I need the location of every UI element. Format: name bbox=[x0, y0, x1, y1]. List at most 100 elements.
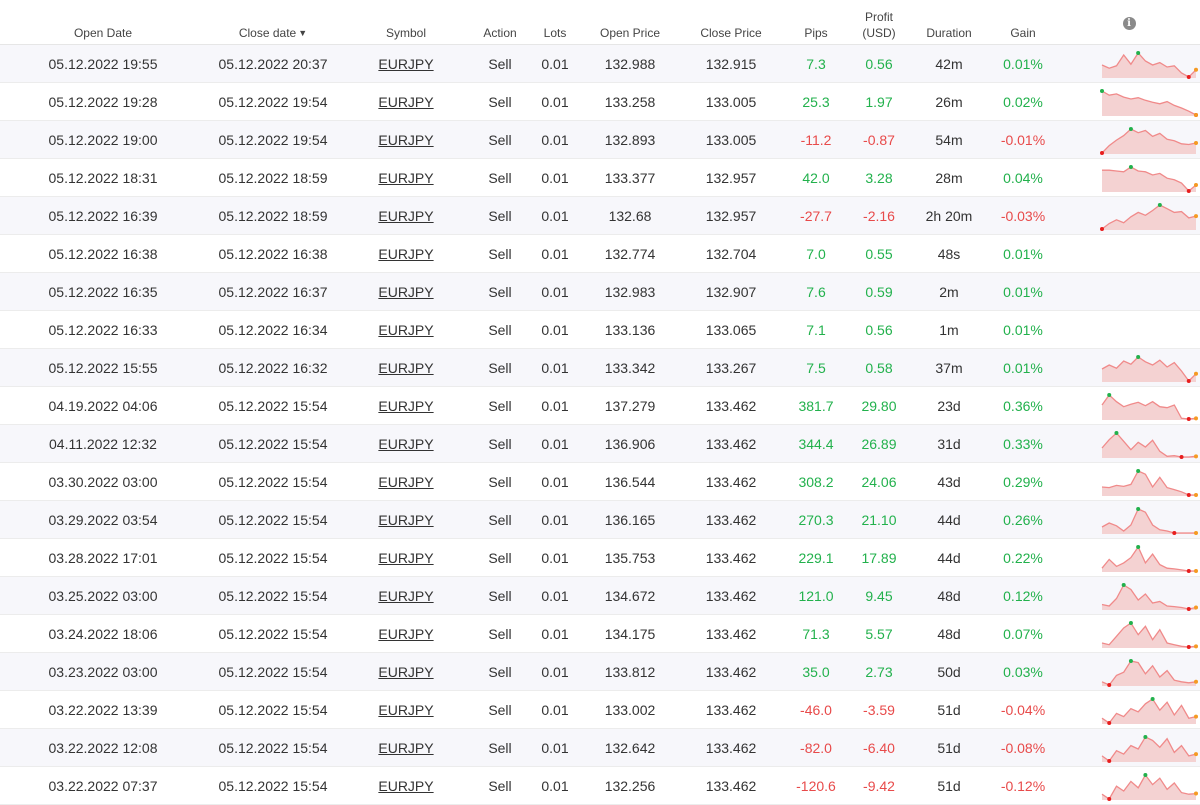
gain-cell: 0.36% bbox=[988, 386, 1058, 425]
open-date-cell: 03.23.2022 03:00 bbox=[0, 652, 206, 691]
lots-cell: 0.01 bbox=[528, 614, 582, 653]
col-header-open-date[interactable]: Open Date bbox=[0, 0, 206, 45]
info-icon[interactable]: i bbox=[1122, 17, 1136, 30]
table-row[interactable]: 05.12.2022 16:38 05.12.2022 16:38 EURJPY Se… bbox=[0, 234, 1200, 273]
profit-sparkline[interactable] bbox=[1100, 581, 1198, 611]
profit-sparkline[interactable] bbox=[1100, 391, 1198, 421]
profit-sparkline[interactable] bbox=[1100, 87, 1198, 117]
sparkline-end-dot bbox=[1194, 530, 1198, 535]
symbol-link[interactable]: EURJPY bbox=[378, 588, 433, 604]
symbol-link[interactable]: EURJPY bbox=[378, 778, 433, 794]
symbol-link[interactable]: EURJPY bbox=[378, 626, 433, 642]
symbol-link[interactable]: EURJPY bbox=[378, 56, 433, 72]
open-price-cell: 133.342 bbox=[604, 359, 656, 376]
table-row[interactable]: 05.12.2022 16:39 05.12.2022 18:59 EURJPY Se… bbox=[0, 196, 1200, 235]
col-header-profit[interactable]: Profit (USD) bbox=[848, 0, 910, 45]
table-row[interactable]: 03.30.2022 03:00 05.12.2022 15:54 EURJPY Se… bbox=[0, 462, 1200, 501]
open-date-cell: 05.12.2022 19:55 bbox=[0, 44, 206, 83]
table-row[interactable]: 03.29.2022 03:54 05.12.2022 15:54 EURJPY Se… bbox=[0, 500, 1200, 539]
table-row[interactable]: 05.12.2022 16:35 05.12.2022 16:37 EURJPY Se… bbox=[0, 272, 1200, 311]
col-header-duration[interactable]: Duration bbox=[910, 0, 988, 45]
col-header-symbol[interactable]: Symbol bbox=[340, 0, 472, 45]
pips-cell: 7.3 bbox=[806, 55, 826, 72]
symbol-link[interactable]: EURJPY bbox=[378, 436, 433, 452]
profit-sparkline[interactable] bbox=[1100, 657, 1198, 687]
profit-sparkline[interactable] bbox=[1100, 505, 1198, 535]
action-cell: Sell bbox=[488, 511, 512, 528]
action-cell: Sell bbox=[472, 386, 528, 425]
table-row[interactable]: 03.24.2022 18:06 05.12.2022 15:54 EURJPY Se… bbox=[0, 614, 1200, 653]
table-row[interactable]: 03.28.2022 17:01 05.12.2022 15:54 EURJPY Se… bbox=[0, 538, 1200, 577]
symbol-link[interactable]: EURJPY bbox=[378, 284, 433, 300]
col-header-close-date[interactable]: Close date ▼ bbox=[206, 0, 340, 45]
table-row[interactable]: 03.25.2022 03:00 05.12.2022 15:54 EURJPY Se… bbox=[0, 576, 1200, 615]
duration-cell: 48d bbox=[937, 587, 961, 604]
symbol-link[interactable]: EURJPY bbox=[378, 132, 433, 148]
sparkline-low-dot bbox=[1186, 74, 1191, 79]
profit-sparkline[interactable] bbox=[1100, 49, 1198, 79]
profit-sparkline[interactable] bbox=[1100, 695, 1198, 725]
table-row[interactable]: 05.12.2022 19:28 05.12.2022 19:54 EURJPY Se… bbox=[0, 82, 1200, 121]
lots-cell: 0.01 bbox=[541, 359, 569, 376]
pips-cell: 381.7 bbox=[798, 397, 834, 414]
table-row[interactable]: 03.22.2022 12:08 05.12.2022 15:54 EURJPY Se… bbox=[0, 728, 1200, 767]
symbol-link[interactable]: EURJPY bbox=[378, 740, 433, 756]
profit-sparkline[interactable] bbox=[1100, 543, 1198, 573]
gain-cell: 0.07% bbox=[1003, 625, 1043, 642]
duration-cell: 48s bbox=[937, 245, 961, 262]
action-cell: Sell bbox=[488, 435, 512, 452]
symbol-link[interactable]: EURJPY bbox=[378, 512, 433, 528]
table-row[interactable]: 03.22.2022 13:39 05.12.2022 15:54 EURJPY Se… bbox=[0, 690, 1200, 729]
sparkline-cell bbox=[1058, 44, 1200, 83]
col-header-pips[interactable]: Pips bbox=[784, 0, 848, 45]
profit-sparkline[interactable] bbox=[1100, 201, 1198, 231]
col-header-open-price[interactable]: Open Price bbox=[582, 0, 678, 45]
table-row[interactable]: 03.23.2022 03:00 05.12.2022 15:54 EURJPY Se… bbox=[0, 652, 1200, 691]
table-row[interactable]: 05.12.2022 15:55 05.12.2022 16:32 EURJPY Se… bbox=[0, 348, 1200, 387]
table-row[interactable]: 03.22.2022 07:37 05.12.2022 15:54 EURJPY Se… bbox=[0, 766, 1200, 805]
profit-sparkline[interactable] bbox=[1100, 733, 1198, 763]
profit-sparkline[interactable] bbox=[1100, 771, 1198, 801]
symbol-link[interactable]: EURJPY bbox=[378, 170, 433, 186]
symbol-link[interactable]: EURJPY bbox=[378, 398, 433, 414]
sparkline-high-dot bbox=[1143, 734, 1148, 739]
symbol-link[interactable]: EURJPY bbox=[378, 550, 433, 566]
close-price-cell: 133.462 bbox=[678, 766, 784, 805]
gain-cell: 0.12% bbox=[1003, 587, 1043, 604]
table-row[interactable]: 04.11.2022 12:32 05.12.2022 15:54 EURJPY Se… bbox=[0, 424, 1200, 463]
symbol-link[interactable]: EURJPY bbox=[378, 322, 433, 338]
profit-sparkline[interactable] bbox=[1100, 163, 1198, 193]
sparkline-cell bbox=[1058, 766, 1200, 805]
sparkline-high-dot bbox=[1136, 544, 1141, 549]
profit-sparkline[interactable] bbox=[1100, 125, 1198, 155]
table-row[interactable]: 04.19.2022 04:06 05.12.2022 15:54 EURJPY Se… bbox=[0, 386, 1200, 425]
table-row[interactable]: 05.12.2022 19:00 05.12.2022 19:54 EURJPY Se… bbox=[0, 120, 1200, 159]
profit-sparkline[interactable] bbox=[1100, 429, 1198, 459]
profit-sparkline[interactable] bbox=[1100, 353, 1198, 383]
symbol-link[interactable]: EURJPY bbox=[378, 702, 433, 718]
col-header-close-price[interactable]: Close Price bbox=[678, 0, 784, 45]
lots-cell: 0.01 bbox=[528, 690, 582, 729]
symbol-link[interactable]: EURJPY bbox=[378, 474, 433, 490]
col-header-action[interactable]: Action bbox=[472, 0, 528, 45]
table-row[interactable]: 05.12.2022 19:55 05.12.2022 20:37 EURJPY Se… bbox=[0, 44, 1200, 83]
profit-cell: 0.56 bbox=[848, 310, 910, 349]
open-price-cell: 133.342 bbox=[582, 348, 678, 387]
profit-sparkline[interactable] bbox=[1100, 467, 1198, 497]
col-header-lots[interactable]: Lots bbox=[528, 0, 582, 45]
open-price-cell: 133.377 bbox=[582, 158, 678, 197]
symbol-link[interactable]: EURJPY bbox=[378, 664, 433, 680]
symbol-link[interactable]: EURJPY bbox=[378, 360, 433, 376]
profit-sparkline[interactable] bbox=[1100, 619, 1198, 649]
symbol-link[interactable]: EURJPY bbox=[378, 208, 433, 224]
col-header-gain[interactable]: Gain bbox=[988, 0, 1058, 45]
symbol-cell: EURJPY bbox=[340, 348, 472, 387]
open-price-cell: 133.258 bbox=[582, 82, 678, 121]
lots-cell: 0.01 bbox=[528, 158, 582, 197]
symbol-link[interactable]: EURJPY bbox=[378, 94, 433, 110]
table-row[interactable]: 05.12.2022 18:31 05.12.2022 18:59 EURJPY Se… bbox=[0, 158, 1200, 197]
table-row[interactable]: 05.12.2022 16:33 05.12.2022 16:34 EURJPY Se… bbox=[0, 310, 1200, 349]
close-date-cell: 05.12.2022 15:54 bbox=[206, 576, 340, 615]
action-cell: Sell bbox=[488, 777, 512, 794]
symbol-link[interactable]: EURJPY bbox=[378, 246, 433, 262]
